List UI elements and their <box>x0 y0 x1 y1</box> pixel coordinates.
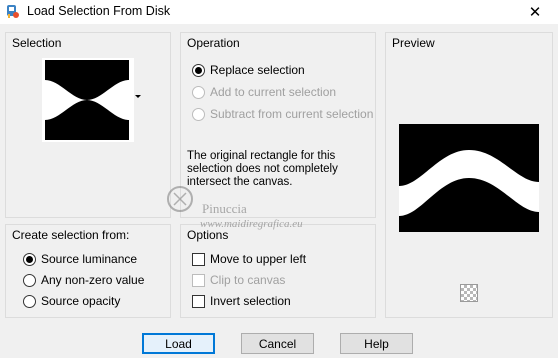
cancel-button[interactable]: Cancel <box>241 333 314 354</box>
selection-group: Selection <box>5 32 171 218</box>
radio-button[interactable] <box>192 85 205 99</box>
load-button-label: Load <box>165 336 192 351</box>
cancel-button-label: Cancel <box>258 336 297 351</box>
radio-button[interactable] <box>23 273 36 287</box>
checkbox-invert-selection[interactable]: Invert selection <box>192 292 291 310</box>
radio-label: Add to current selection <box>210 85 337 99</box>
selection-group-title: Selection <box>12 36 62 50</box>
radio-source-luminance[interactable]: Source luminance <box>23 250 137 268</box>
help-button[interactable]: Help <box>340 333 413 354</box>
close-button[interactable]: ✕ <box>512 0 558 24</box>
radio-button[interactable] <box>192 107 205 121</box>
options-group-title: Options <box>187 228 229 242</box>
checkbox-label: Invert selection <box>210 294 291 308</box>
help-button-label: Help <box>364 336 389 351</box>
radio-source-opacity[interactable]: Source opacity <box>23 292 120 310</box>
preview-group-title: Preview <box>392 36 435 50</box>
checkbox-move-to-upper-left[interactable]: Move to upper left <box>192 250 306 268</box>
operation-group: Operation Replace selection Add to curre… <box>180 32 376 218</box>
checkbox-label: Move to upper left <box>210 252 307 266</box>
preview-image <box>399 124 539 232</box>
operation-group-title: Operation <box>187 36 240 50</box>
radio-add-to-selection[interactable]: Add to current selection <box>192 83 336 101</box>
chevron-down-icon[interactable] <box>135 95 141 98</box>
radio-label: Source luminance <box>41 252 138 266</box>
create-from-group: Create selection from: Source luminance … <box>5 224 171 318</box>
radio-label: Subtract from current selection <box>210 107 374 121</box>
close-icon: ✕ <box>528 4 542 21</box>
radio-label: Replace selection <box>210 63 305 77</box>
radio-any-non-zero-value[interactable]: Any non-zero value <box>23 271 144 289</box>
checkbox-clip-to-canvas[interactable]: Clip to canvas <box>192 271 285 289</box>
create-from-group-title: Create selection from: <box>12 228 130 242</box>
checkbox-label: Clip to canvas <box>210 273 286 287</box>
transparency-checker-icon[interactable] <box>460 284 478 302</box>
radio-replace-selection[interactable]: Replace selection <box>192 61 305 79</box>
paintshop-app-icon <box>7 5 19 18</box>
radio-subtract-from-selection[interactable]: Subtract from current selection <box>192 105 373 123</box>
checkbox[interactable] <box>192 294 205 308</box>
radio-button[interactable] <box>23 252 36 266</box>
radio-label: Source opacity <box>41 294 121 308</box>
window-title: Load Selection From Disk <box>27 4 171 18</box>
title-bar[interactable]: Load Selection From Disk ✕ <box>0 0 558 24</box>
radio-label: Any non-zero value <box>41 273 145 287</box>
selection-thumbnail[interactable] <box>42 58 134 142</box>
radio-button[interactable] <box>192 63 205 77</box>
radio-button[interactable] <box>23 294 36 308</box>
preview-group: Preview <box>385 32 553 318</box>
selection-mask-image <box>42 58 134 142</box>
load-selection-dialog: Load Selection From Disk ✕ Selection Ope… <box>0 0 558 358</box>
checkbox[interactable] <box>192 273 205 287</box>
load-button[interactable]: Load <box>142 333 215 354</box>
warning-message: The original rectangle for this selectio… <box>187 150 338 188</box>
options-group: Options Move to upper left Clip to canva… <box>180 224 376 318</box>
checkbox[interactable] <box>192 252 205 266</box>
preview-mask-image <box>399 124 539 232</box>
